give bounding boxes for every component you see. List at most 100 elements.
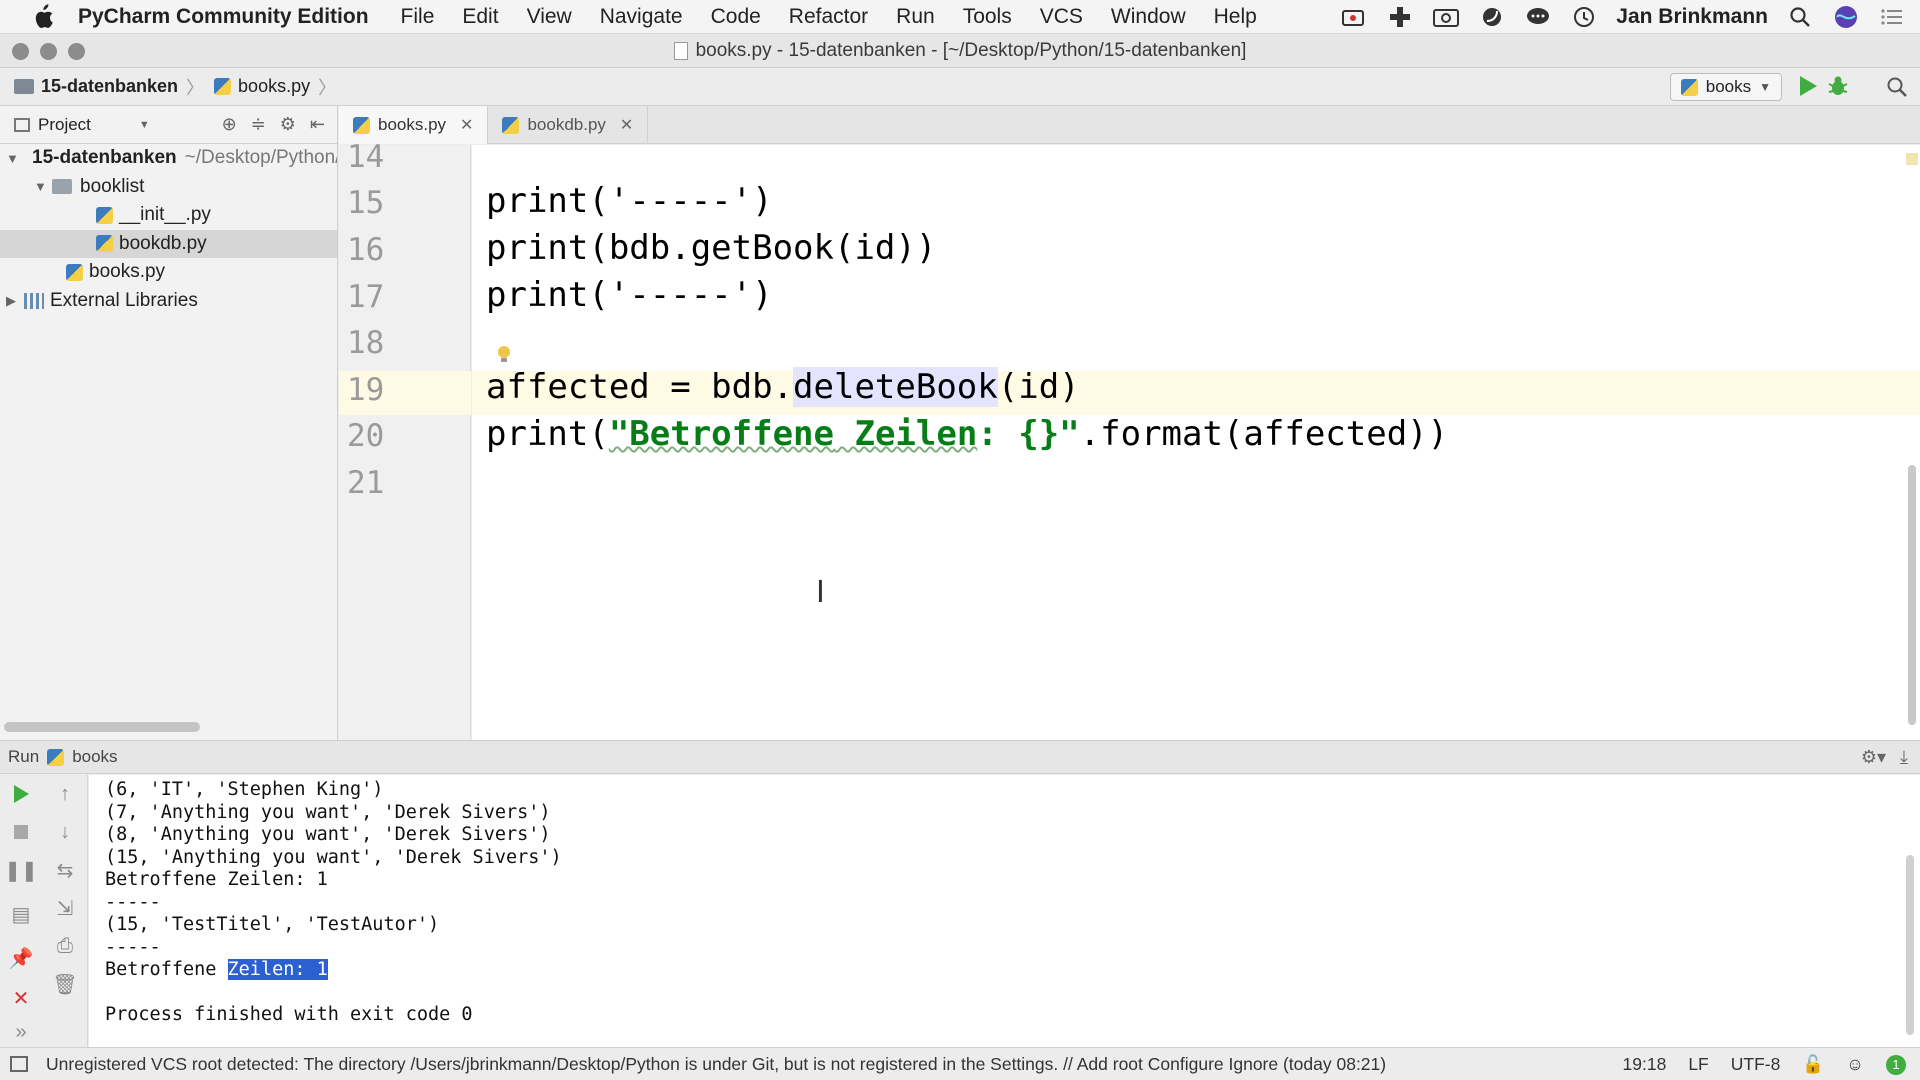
stop-button[interactable] <box>8 819 34 845</box>
leaf-icon[interactable] <box>1478 4 1506 30</box>
more-actions-icon[interactable]: » <box>8 1019 34 1045</box>
apple-menu-icon[interactable] <box>30 3 56 30</box>
time-machine-icon[interactable] <box>1570 4 1598 30</box>
menu-edit[interactable]: Edit <box>448 5 512 29</box>
code-line-20[interactable]: print("Betroffene Zeilen: {}".format(aff… <box>486 414 1448 454</box>
scroll-to-end-icon[interactable]: ⇲ <box>52 895 78 921</box>
scroll-down-icon[interactable]: ↓ <box>52 819 78 845</box>
locate-file-icon[interactable]: ⊕ <box>222 114 237 135</box>
close-tab-icon[interactable]: ✕ <box>620 115 633 135</box>
breadcrumb-file[interactable]: books.py <box>214 76 310 97</box>
menu-tools[interactable]: Tools <box>949 5 1026 29</box>
code-line-15[interactable]: print('-----') <box>486 181 773 221</box>
code-line-19[interactable]: affected = bdb.deleteBook(id) <box>486 367 1080 407</box>
python-file-icon <box>66 263 83 281</box>
inspector-icon[interactable]: ☺ <box>1846 1054 1864 1075</box>
lock-icon[interactable]: 🔓 <box>1802 1054 1824 1075</box>
console-line: (15, 'TestTitel', 'TestAutor') <box>105 914 440 935</box>
print-icon[interactable]: ⎙ <box>52 933 78 959</box>
scrollbar-thumb[interactable] <box>1908 465 1916 725</box>
menu-help[interactable]: Help <box>1200 5 1271 29</box>
run-button[interactable] <box>1798 75 1818 102</box>
tab-bookdb-py[interactable]: bookdb.py ✕ <box>488 106 649 144</box>
rerun-button[interactable] <box>8 781 34 807</box>
event-log-badge[interactable]: 1 <box>1886 1054 1906 1075</box>
spotlight-search-icon[interactable] <box>1786 4 1814 30</box>
chevron-down-icon[interactable]: ▼ <box>139 119 150 131</box>
expand-arrow-icon[interactable]: ▶ <box>6 293 18 309</box>
close-run-icon[interactable]: ✕ <box>8 985 34 1011</box>
toggle-tool-windows-icon[interactable] <box>10 1056 28 1072</box>
close-tab-icon[interactable]: ✕ <box>460 115 473 135</box>
hide-panel-icon[interactable]: ⇤ <box>310 114 325 135</box>
run-console[interactable]: (6, 'IT', 'Stephen King') (7, 'Anything … <box>89 775 1920 1047</box>
tree-item-project-root[interactable]: ▼ 15-datenbanken ~/Desktop/Python/15-dat… <box>0 144 337 173</box>
caret-position[interactable]: 19:18 <box>1623 1054 1667 1075</box>
project-tool-window: Project ▼ ⊕ ≑ ⚙ ⇤ ▼ 15-datenbanken ~/Des… <box>0 106 338 740</box>
menu-vcs[interactable]: VCS <box>1026 5 1097 29</box>
menu-file[interactable]: File <box>387 5 449 29</box>
chat-icon[interactable] <box>1524 4 1552 30</box>
run-tab-label[interactable]: Run <box>8 747 39 767</box>
app-name-menu[interactable]: PyCharm Community Edition <box>78 5 369 29</box>
console-vertical-scrollbar[interactable] <box>1906 855 1914 1035</box>
console-line: ----- <box>105 936 161 958</box>
lightbulb-intention-icon[interactable] <box>496 345 512 365</box>
plus-extension-icon[interactable] <box>1386 4 1414 30</box>
scroll-up-icon[interactable]: ↑ <box>52 781 78 807</box>
run-config-name[interactable]: books <box>72 747 117 767</box>
menu-view[interactable]: View <box>513 5 586 29</box>
search-everywhere-icon[interactable] <box>1886 76 1908 103</box>
close-window-button[interactable] <box>12 43 29 60</box>
soft-wrap-icon[interactable]: ⇆ <box>52 857 78 883</box>
project-view-label[interactable]: Project <box>38 115 91 135</box>
line-separator[interactable]: LF <box>1688 1054 1708 1075</box>
menu-run[interactable]: Run <box>882 5 949 29</box>
menu-window[interactable]: Window <box>1097 5 1200 29</box>
code-text: print('-----') <box>486 181 773 221</box>
notification-center-icon[interactable] <box>1878 4 1906 30</box>
inspection-marker-icon[interactable] <box>1906 153 1918 165</box>
python-file-icon <box>96 206 113 224</box>
editor-vertical-scrollbar[interactable] <box>1904 145 1920 740</box>
run-configuration-dropdown[interactable]: books ▼ <box>1669 73 1782 101</box>
menu-refactor[interactable]: Refactor <box>775 5 882 29</box>
code-line-17[interactable]: print('-----') <box>486 275 773 315</box>
code-editor[interactable]: print('-----') print(bdb.getBook(id)) pr… <box>472 145 1920 740</box>
tree-item-booklist[interactable]: ▼ booklist <box>0 173 337 202</box>
user-name[interactable]: Jan Brinkmann <box>1616 5 1768 29</box>
line-number: 14 <box>347 139 385 175</box>
vcs-notification-message[interactable]: Unregistered VCS root detected: The dire… <box>46 1054 1386 1075</box>
pause-button[interactable]: ❚❚ <box>4 857 38 883</box>
gear-icon[interactable]: ⚙ <box>280 114 296 135</box>
expand-arrow-icon[interactable]: ▼ <box>34 179 47 194</box>
chevron-down-icon: ▼ <box>1759 80 1771 94</box>
zoom-window-button[interactable] <box>68 43 85 60</box>
breadcrumb-project[interactable]: 15-datenbanken <box>14 76 178 97</box>
debug-button[interactable] <box>1826 74 1850 98</box>
string-literal: "Betroffene <box>608 414 834 454</box>
hide-panel-icon[interactable]: ⤓ <box>1900 747 1908 768</box>
expand-arrow-icon[interactable]: ▼ <box>6 151 19 166</box>
siri-icon[interactable] <box>1832 4 1860 30</box>
menu-navigate[interactable]: Navigate <box>586 5 697 29</box>
tree-item-bookdb-py[interactable]: bookdb.py <box>0 229 337 258</box>
layout-icon[interactable]: ▤ <box>8 901 34 927</box>
camera-icon[interactable] <box>1432 4 1460 30</box>
console-line: Betroffene Zeilen: 1 <box>105 959 328 980</box>
tree-item-external-libraries[interactable]: ▶ External Libraries <box>0 287 337 316</box>
project-horizontal-scrollbar[interactable] <box>4 722 200 732</box>
collapse-all-icon[interactable]: ≑ <box>251 114 266 135</box>
code-line-16[interactable]: print(bdb.getBook(id)) <box>486 228 936 268</box>
screen-record-icon[interactable] <box>1340 4 1368 30</box>
pin-tab-icon[interactable]: 📌 <box>8 945 34 971</box>
tree-item-books-py[interactable]: books.py <box>0 258 337 287</box>
minimize-window-button[interactable] <box>40 43 57 60</box>
tree-item-path: ~/Desktop/Python/15-datenbanken <box>184 147 337 169</box>
clear-all-icon[interactable]: 🗑 <box>52 971 78 997</box>
file-encoding[interactable]: UTF-8 <box>1731 1054 1781 1075</box>
gear-icon[interactable]: ⚙▾ <box>1861 747 1886 768</box>
menu-code[interactable]: Code <box>697 5 775 29</box>
tree-item-init-py[interactable]: __init__.py <box>0 201 337 230</box>
tree-item-label: booklist <box>80 175 145 197</box>
